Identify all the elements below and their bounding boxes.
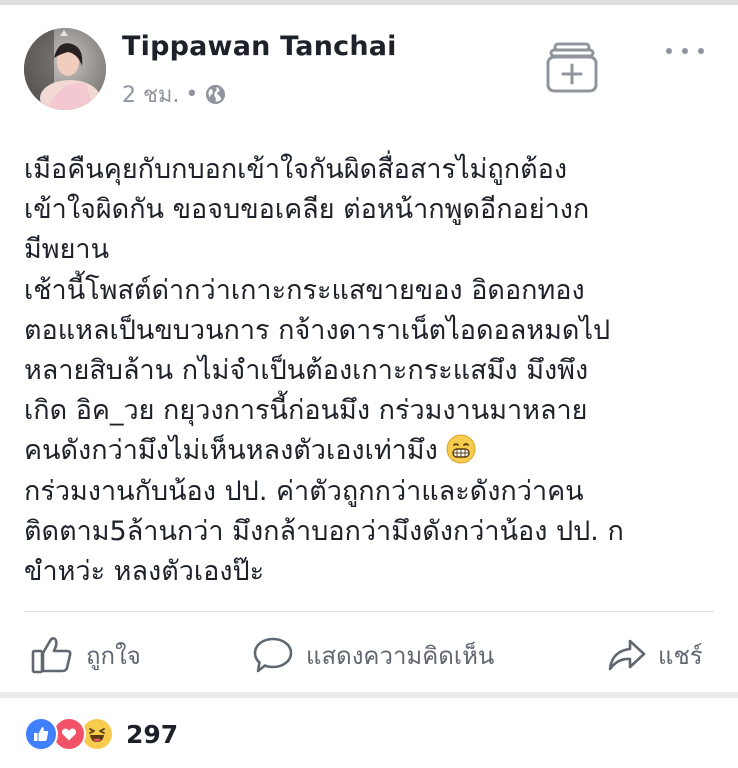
share-arrow-icon: [608, 639, 646, 671]
avatar[interactable]: [24, 28, 106, 110]
save-collection-icon: [546, 42, 598, 93]
post-line: เกิด อิค_วย กยุวงการนี้ก่อนมึง กร่วมงานม…: [24, 395, 588, 427]
post-actions-bar: ถูกใจ แสดงความคิดเห็น แชร์: [0, 626, 738, 684]
post-line: หลายสิบล้าน กไม่จำเป็นต้องเกาะกระแสมึง ม…: [24, 354, 589, 386]
post-line: ขำหว่ะ หลงตัวเองป๊ะ: [24, 555, 265, 587]
meta-separator: •: [185, 82, 199, 107]
post-line: มีพยาน: [24, 234, 110, 266]
post-line: คนดังกว่ามึงไม่เห็นหลงตัวเองเท่ามึง: [24, 435, 438, 467]
comment-button[interactable]: แสดงความคิดเห็น: [252, 626, 494, 684]
more-options-button[interactable]: [663, 38, 707, 58]
top-divider-bar: [0, 0, 738, 5]
comment-label: แสดงความคิดเห็น: [306, 641, 495, 670]
like-button[interactable]: ถูกใจ: [30, 626, 141, 684]
section-separator: [0, 692, 738, 698]
like-label: ถูกใจ: [86, 641, 141, 670]
post-line-with-emoji: คนดังกว่ามึงไม่เห็นหลงตัวเองเท่ามึง: [24, 431, 724, 471]
grinning-face-emoji-icon: [446, 434, 476, 464]
post-timestamp[interactable]: 2 ชม.: [122, 77, 179, 112]
post-line: ติดตาม5ล้านกว่า มึงกล้าบอกว่ามึงดังกว่าน…: [24, 515, 624, 547]
globe-icon: [204, 83, 227, 106]
like-reaction-icon: [24, 717, 58, 751]
post-body: เมือคืนคุยกับกบอกเข้าใจกันผิดสื่อสารไม่ถ…: [24, 150, 724, 592]
post-line: กร่วมงานกับน้อง ปป. ค่าตัวถูกกว่าและดังก…: [24, 475, 584, 507]
thumbs-up-icon: [31, 637, 72, 674]
profile-photo-icon: [24, 28, 106, 110]
reactions-summary[interactable]: 297: [24, 714, 178, 754]
comment-bubble-icon: [253, 637, 293, 673]
actions-divider: [24, 611, 714, 612]
post-meta: 2 ชม. •: [122, 77, 227, 112]
post-line: เช้านี้โพสต์ด่ากว่าเกาะกระแสขายของ อิดอก…: [24, 274, 585, 306]
more-dots-icon: [666, 48, 704, 54]
post-author-name[interactable]: Tippawan Tanchai: [122, 31, 397, 62]
share-button[interactable]: แชร์: [606, 626, 703, 684]
reaction-count[interactable]: 297: [126, 720, 178, 749]
save-post-button[interactable]: [545, 42, 599, 94]
post-line: เข้าใจผิดกัน ขอจบขอเคลีย ต่อหน้ากพูดอีกอ…: [24, 194, 590, 226]
post-line: เมือคืนคุยกับกบอกเข้าใจกันผิดสื่อสารไม่ถ…: [24, 154, 568, 185]
post-line: ตอแหลเป็นขบวนการ กจ้างดาราเน็ตไอดอลหมดไป: [24, 314, 611, 346]
share-label: แชร์: [658, 641, 703, 670]
